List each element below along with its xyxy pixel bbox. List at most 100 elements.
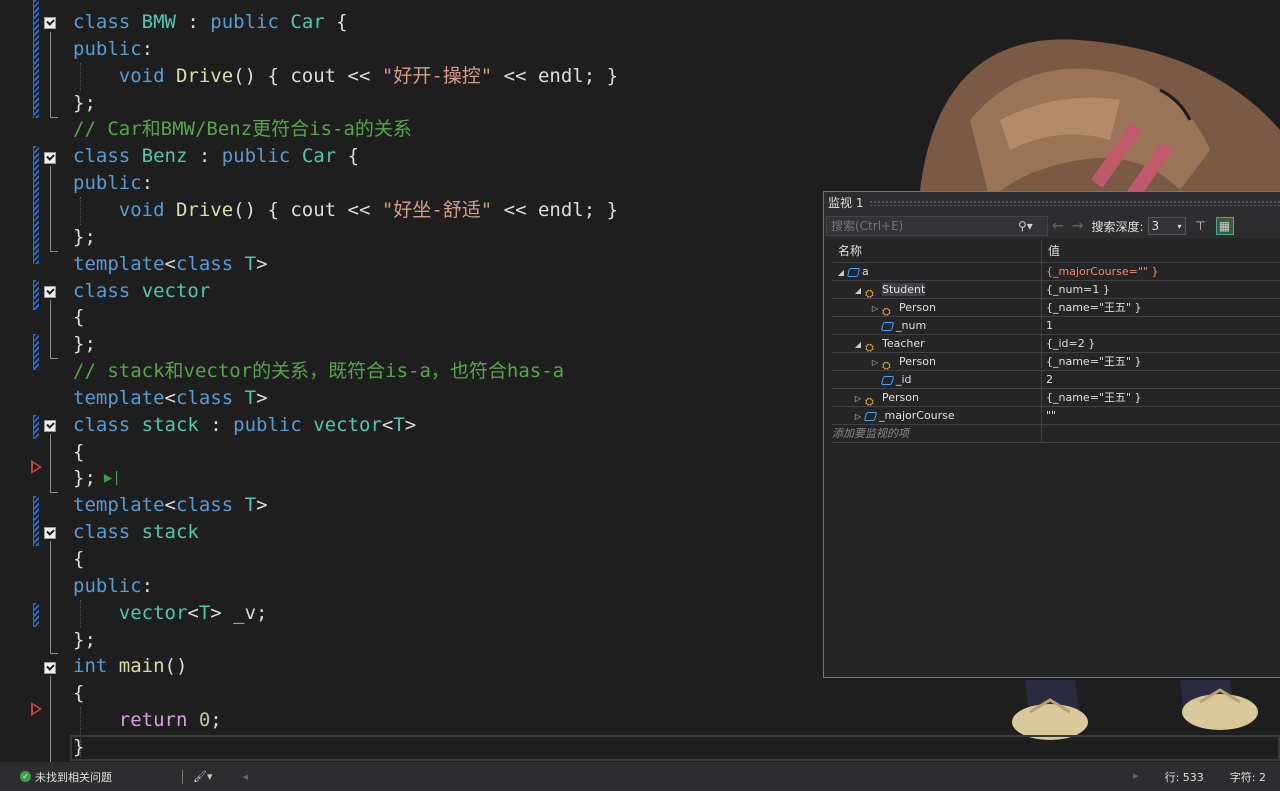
code-line[interactable]: {: [73, 546, 84, 573]
collapse-icon[interactable]: ◢: [853, 282, 863, 299]
expand-icon[interactable]: ▷: [870, 354, 880, 371]
code-line[interactable]: class stack: [73, 519, 199, 546]
code-line[interactable]: return 0;: [73, 707, 222, 734]
scroll-left-icon[interactable]: ◂: [243, 770, 249, 783]
column-header-value[interactable]: 值: [1042, 240, 1280, 262]
collapse-icon[interactable]: ◢: [836, 264, 846, 281]
code-line[interactable]: };: [73, 627, 96, 654]
watch-title-bar[interactable]: 监视 1: [824, 192, 1280, 214]
breakpoint-arrow-icon[interactable]: [31, 460, 42, 474]
code-token: T: [233, 494, 257, 517]
char-indicator[interactable]: 字符: 2: [1230, 769, 1266, 785]
code-line[interactable]: public:: [73, 573, 153, 600]
column-header-name[interactable]: 名称: [832, 240, 1042, 262]
code-token: >: [256, 252, 268, 275]
code-line[interactable]: }: [73, 734, 84, 761]
breakpoint-arrow-icon[interactable]: [31, 702, 42, 716]
code-line[interactable]: class BMW : public Car {: [73, 9, 348, 36]
code-token: void: [73, 64, 165, 87]
watch-row[interactable]: ◢ ⛭ Teacher {_id=2 }: [832, 335, 1280, 354]
fold-toggle[interactable]: [44, 527, 56, 539]
back-arrow-icon[interactable]: ←: [1052, 218, 1064, 234]
code-token: public: [233, 413, 302, 436]
code-token: class: [73, 279, 131, 302]
code-line[interactable]: class vector: [73, 278, 210, 305]
issues-status[interactable]: 未找到相关问题: [35, 769, 112, 785]
add-watch-row[interactable]: 添加要监视的项: [832, 425, 1280, 443]
search-icon[interactable]: ⚲▾: [1018, 219, 1033, 233]
code-line[interactable]: template<class T>: [73, 251, 268, 278]
watch-row[interactable]: ◢ ⛭ Student {_num=1 }: [832, 281, 1280, 300]
code-token: class: [175, 386, 234, 409]
code-line[interactable]: {: [73, 439, 84, 466]
code-line[interactable]: class stack : public vector<T>: [73, 412, 416, 439]
code-token: Benz: [130, 145, 188, 168]
code-line[interactable]: public:: [73, 170, 153, 197]
code-line[interactable]: // Car和BMW/Benz更符合is-a的关系: [73, 116, 412, 143]
code-line[interactable]: {: [73, 680, 84, 707]
scroll-right-icon[interactable]: ▸: [1133, 769, 1139, 785]
watch-title: 监视 1: [828, 196, 864, 210]
code-token: class: [73, 11, 131, 33]
code-line[interactable]: class Benz : public Car {: [73, 143, 359, 170]
line-indicator[interactable]: 行: 533: [1165, 769, 1204, 785]
watch-row[interactable]: _num 1: [832, 317, 1280, 335]
watch-row-label: _id: [896, 373, 912, 386]
code-line[interactable]: }; ▶|: [73, 465, 121, 492]
watch-row-value[interactable]: 1: [1042, 317, 1280, 334]
code-token: "好开-操控": [381, 64, 493, 87]
forward-arrow-icon[interactable]: →: [1072, 218, 1084, 234]
watch-row-value[interactable]: 2: [1042, 371, 1280, 388]
code-line[interactable]: void Drive() { cout << "好坐-舒适" << endl; …: [73, 197, 618, 224]
fold-toggle[interactable]: [44, 152, 56, 164]
fold-toggle[interactable]: [44, 17, 56, 29]
code-line[interactable]: template<class T>: [73, 492, 268, 519]
watch-row-value[interactable]: {_num=1 }: [1042, 281, 1280, 298]
fold-toggle[interactable]: [44, 420, 56, 432]
code-line[interactable]: int main(): [73, 653, 187, 680]
add-watch-value: [1042, 425, 1280, 442]
code-line[interactable]: void Drive() { cout << "好开-操控" << endl; …: [73, 63, 618, 90]
code-token: << endl; }: [492, 198, 619, 221]
watch-window[interactable]: 监视 1 ⚲▾ ← → 搜索深度: 3 ▾ ⊤ ▦ 名称 值 ◢a{_major…: [823, 191, 1280, 678]
watch-row[interactable]: _id 2: [832, 371, 1280, 389]
class-icon: ⛭: [865, 394, 874, 408]
watch-row[interactable]: ▷ ⛭ Person {_name="王五" }: [832, 389, 1280, 408]
watch-row-value[interactable]: {_id=2 }: [1042, 335, 1280, 352]
watch-row-value[interactable]: "": [1042, 407, 1280, 424]
watch-row[interactable]: ◢ a {_majorCourse="" }: [832, 263, 1280, 281]
code-line[interactable]: {: [73, 304, 84, 331]
code-line[interactable]: };: [73, 90, 96, 117]
code-line[interactable]: public:: [73, 36, 153, 63]
code-line[interactable]: // stack和vector的关系，既符合is-a，也符合has-a: [73, 358, 564, 385]
watch-row[interactable]: ▷ _majorCourse "": [832, 407, 1280, 425]
watch-row[interactable]: ▷ ⛭ Person {_name="王五" }: [832, 353, 1280, 372]
fold-toggle[interactable]: [44, 286, 56, 298]
brush-icon[interactable]: 🖌▾: [193, 770, 213, 783]
watch-row-value[interactable]: {_name="王五" }: [1042, 389, 1280, 406]
expand-icon[interactable]: ▷: [870, 300, 880, 317]
code-token: vector: [130, 279, 211, 302]
change-bar: [33, 415, 39, 439]
watch-row-value[interactable]: {_majorCourse="" }: [1042, 263, 1280, 280]
watch-row-value[interactable]: {_name="王五" }: [1042, 353, 1280, 370]
code-line[interactable]: template<class T>: [73, 385, 268, 412]
expand-icon[interactable]: ▷: [853, 408, 863, 425]
watch-row-value[interactable]: {_name="王五" }: [1042, 299, 1280, 316]
code-token: :: [141, 172, 154, 195]
search-box[interactable]: ⚲▾: [826, 216, 1048, 236]
collapse-icon[interactable]: ◢: [853, 336, 863, 353]
add-watch-placeholder[interactable]: 添加要监视的项: [832, 425, 1042, 442]
fold-toggle[interactable]: [44, 662, 56, 674]
code-line[interactable]: };: [73, 331, 96, 358]
hex-display-icon[interactable]: ▦: [1215, 217, 1234, 235]
check-circle-icon: ✓: [20, 771, 31, 782]
code-line[interactable]: vector<T> _v;: [73, 600, 268, 627]
watch-row[interactable]: ▷ ⛭ Person {_name="王五" }: [832, 299, 1280, 318]
run-to-click-icon[interactable]: ▶|: [104, 465, 121, 492]
search-depth-select[interactable]: 3 ▾: [1147, 217, 1186, 235]
search-input[interactable]: [827, 218, 1018, 234]
pin-icon[interactable]: ⊤: [1192, 217, 1210, 235]
code-line[interactable]: };: [73, 224, 96, 251]
expand-icon[interactable]: ▷: [853, 390, 863, 407]
